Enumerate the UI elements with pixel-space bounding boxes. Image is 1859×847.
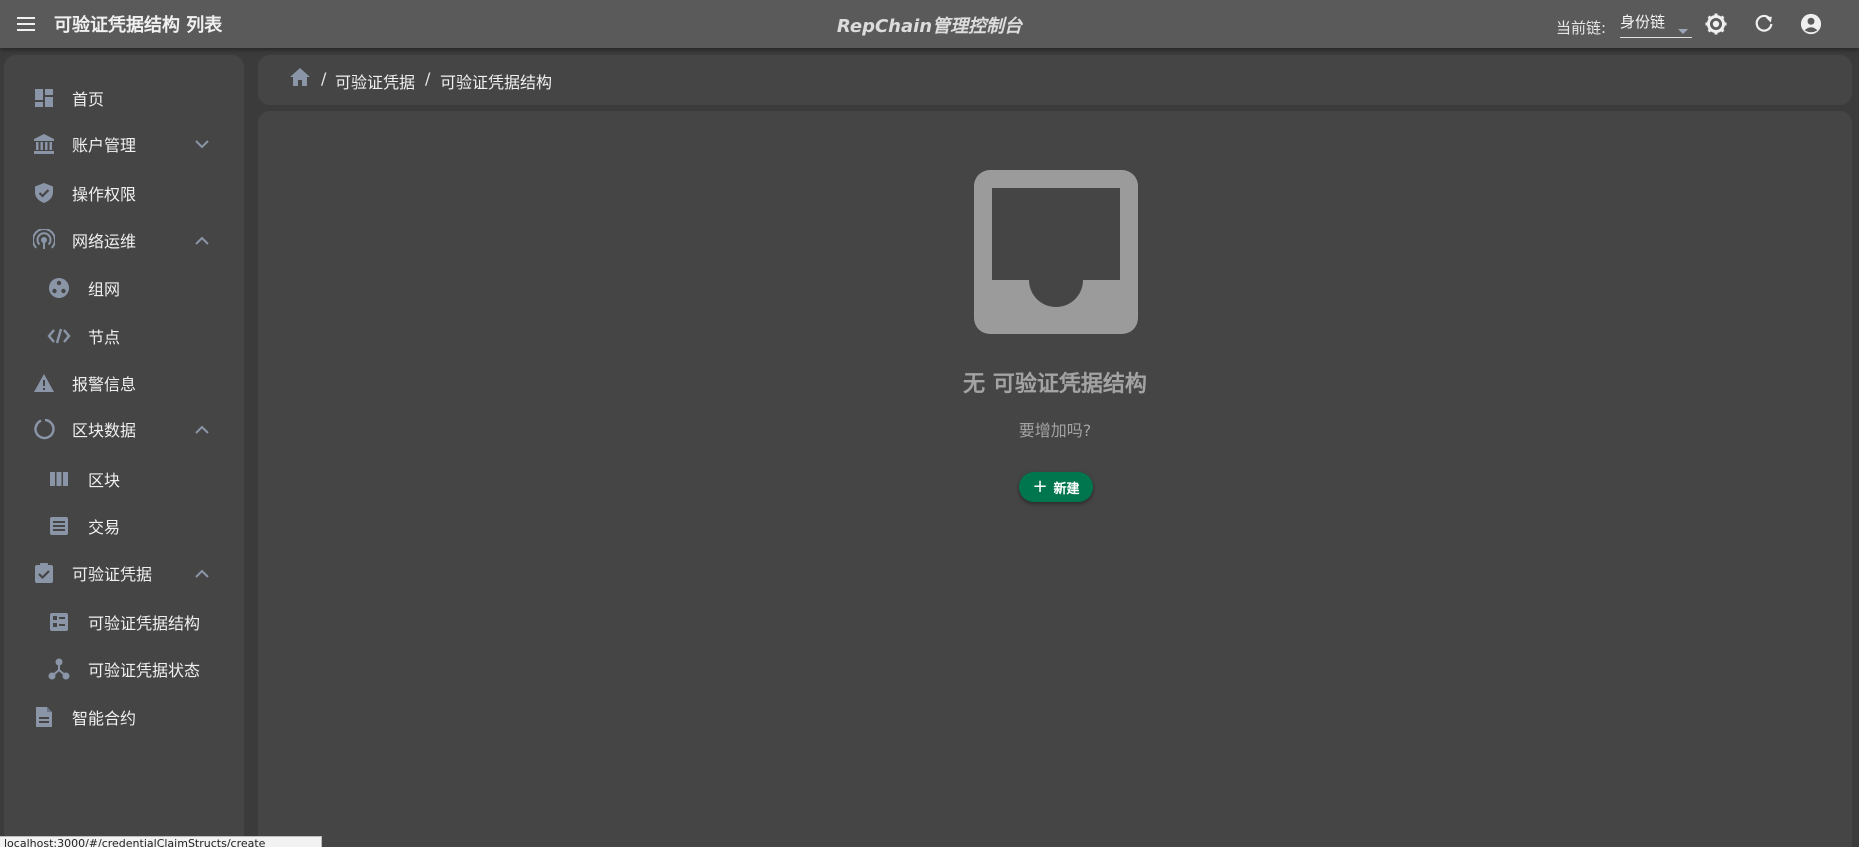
app-bar: 可验证凭据结构 列表 RepChain管理控制台 当前链: 身份链 xyxy=(0,0,1859,48)
create-button[interactable]: + 新建 xyxy=(1019,472,1093,502)
chain-select[interactable]: 身份链 xyxy=(1620,10,1692,38)
sidebar-item-label: 可验证凭据状态 xyxy=(88,661,201,680)
home-icon[interactable] xyxy=(289,67,313,91)
sidebar-item-credentials[interactable]: 可验证凭据 xyxy=(4,553,244,593)
chevron-up-icon xyxy=(190,561,214,585)
document-icon xyxy=(32,705,56,729)
chevron-down-icon xyxy=(190,132,214,156)
broadcast-icon xyxy=(32,228,56,252)
sidebar-item-transactions[interactable]: 交易 xyxy=(4,506,244,546)
progress-ring-icon xyxy=(32,417,56,441)
sidebar-item-label: 账户管理 xyxy=(72,136,137,155)
sidebar-item-permissions[interactable]: 操作权限 xyxy=(4,173,244,213)
bank-icon xyxy=(32,132,56,156)
chevron-up-icon xyxy=(190,228,214,252)
sidebar-item-label: 组网 xyxy=(88,280,121,299)
sidebar-item-block-data[interactable]: 区块数据 xyxy=(4,409,244,449)
sidebar-item-alerts[interactable]: 报警信息 xyxy=(4,363,244,403)
sidebar-item-label: 区块 xyxy=(88,471,121,490)
account-circle-icon[interactable] xyxy=(1797,10,1825,38)
form-list-icon xyxy=(47,610,71,634)
list-box-icon xyxy=(47,514,71,538)
plus-icon: + xyxy=(1032,476,1048,497)
network-icon xyxy=(47,276,71,300)
sidebar-item-label: 区块数据 xyxy=(72,421,137,440)
sidebar-item-label: 智能合约 xyxy=(72,709,137,728)
empty-state-subtitle: 要增加吗? xyxy=(1018,421,1092,440)
dashboard-icon xyxy=(32,86,56,110)
sidebar-item-home[interactable]: 首页 xyxy=(4,78,244,118)
clipboard-check-icon xyxy=(32,561,56,585)
sidebar-item-network-ops[interactable]: 网络运维 xyxy=(4,220,244,260)
sidebar-item-label: 可验证凭据结构 xyxy=(88,614,201,633)
breadcrumb-credential-structures: 可验证凭据结构 xyxy=(440,73,553,92)
sidebar-item-nodes[interactable]: 节点 xyxy=(4,316,244,356)
sidebar-item-blocks[interactable]: 区块 xyxy=(4,459,244,499)
refresh-icon[interactable] xyxy=(1750,10,1778,38)
columns-icon xyxy=(47,467,71,491)
shield-check-icon xyxy=(32,181,56,205)
breadcrumb-separator: / xyxy=(425,69,431,88)
sidebar-item-label: 操作权限 xyxy=(72,185,137,204)
create-button-label: 新建 xyxy=(1053,481,1080,497)
sidebar-item-credential-structures[interactable]: 可验证凭据结构 xyxy=(4,602,244,642)
menu-icon[interactable] xyxy=(12,10,40,38)
sidebar-item-label: 节点 xyxy=(88,328,121,347)
sidebar-item-label: 报警信息 xyxy=(72,375,137,394)
sidebar-item-label: 首页 xyxy=(72,90,105,109)
breadcrumb: / 可验证凭据 / 可验证凭据结构 xyxy=(258,55,1852,105)
breadcrumb-separator: / xyxy=(321,69,327,88)
empty-state-title: 无 可验证凭据结构 xyxy=(963,372,1147,397)
chain-select-value: 身份链 xyxy=(1620,13,1666,31)
chevron-up-icon xyxy=(190,417,214,441)
inbox-empty-icon xyxy=(974,170,1138,334)
sidebar-item-networking[interactable]: 组网 xyxy=(4,268,244,308)
status-url-hint: localhost:3000/#/credentialClaimStructs/… xyxy=(0,836,322,847)
sidebar: 首页 账户管理 操作权限 网络运维 组网 节点 报警信息 区块数据 区块 交易 … xyxy=(4,55,244,847)
sidebar-item-label: 可验证凭据 xyxy=(72,565,153,584)
main-panel: 无 可验证凭据结构 要增加吗? + 新建 xyxy=(258,111,1852,847)
chain-label: 当前链: xyxy=(1556,19,1607,37)
caret-down-icon xyxy=(1678,20,1688,39)
page-title: 可验证凭据结构 列表 xyxy=(54,15,223,36)
code-icon xyxy=(47,324,71,348)
sidebar-item-credential-status[interactable]: 可验证凭据状态 xyxy=(4,649,244,689)
hub-icon xyxy=(47,657,71,681)
warning-icon xyxy=(32,371,56,395)
breadcrumb-credentials[interactable]: 可验证凭据 xyxy=(335,69,415,93)
sidebar-item-label: 交易 xyxy=(88,518,121,537)
sidebar-item-smart-contracts[interactable]: 智能合约 xyxy=(4,697,244,737)
theme-gear-icon[interactable] xyxy=(1702,10,1730,38)
sidebar-item-accounts[interactable]: 账户管理 xyxy=(4,124,244,164)
sidebar-item-label: 网络运维 xyxy=(72,232,137,251)
